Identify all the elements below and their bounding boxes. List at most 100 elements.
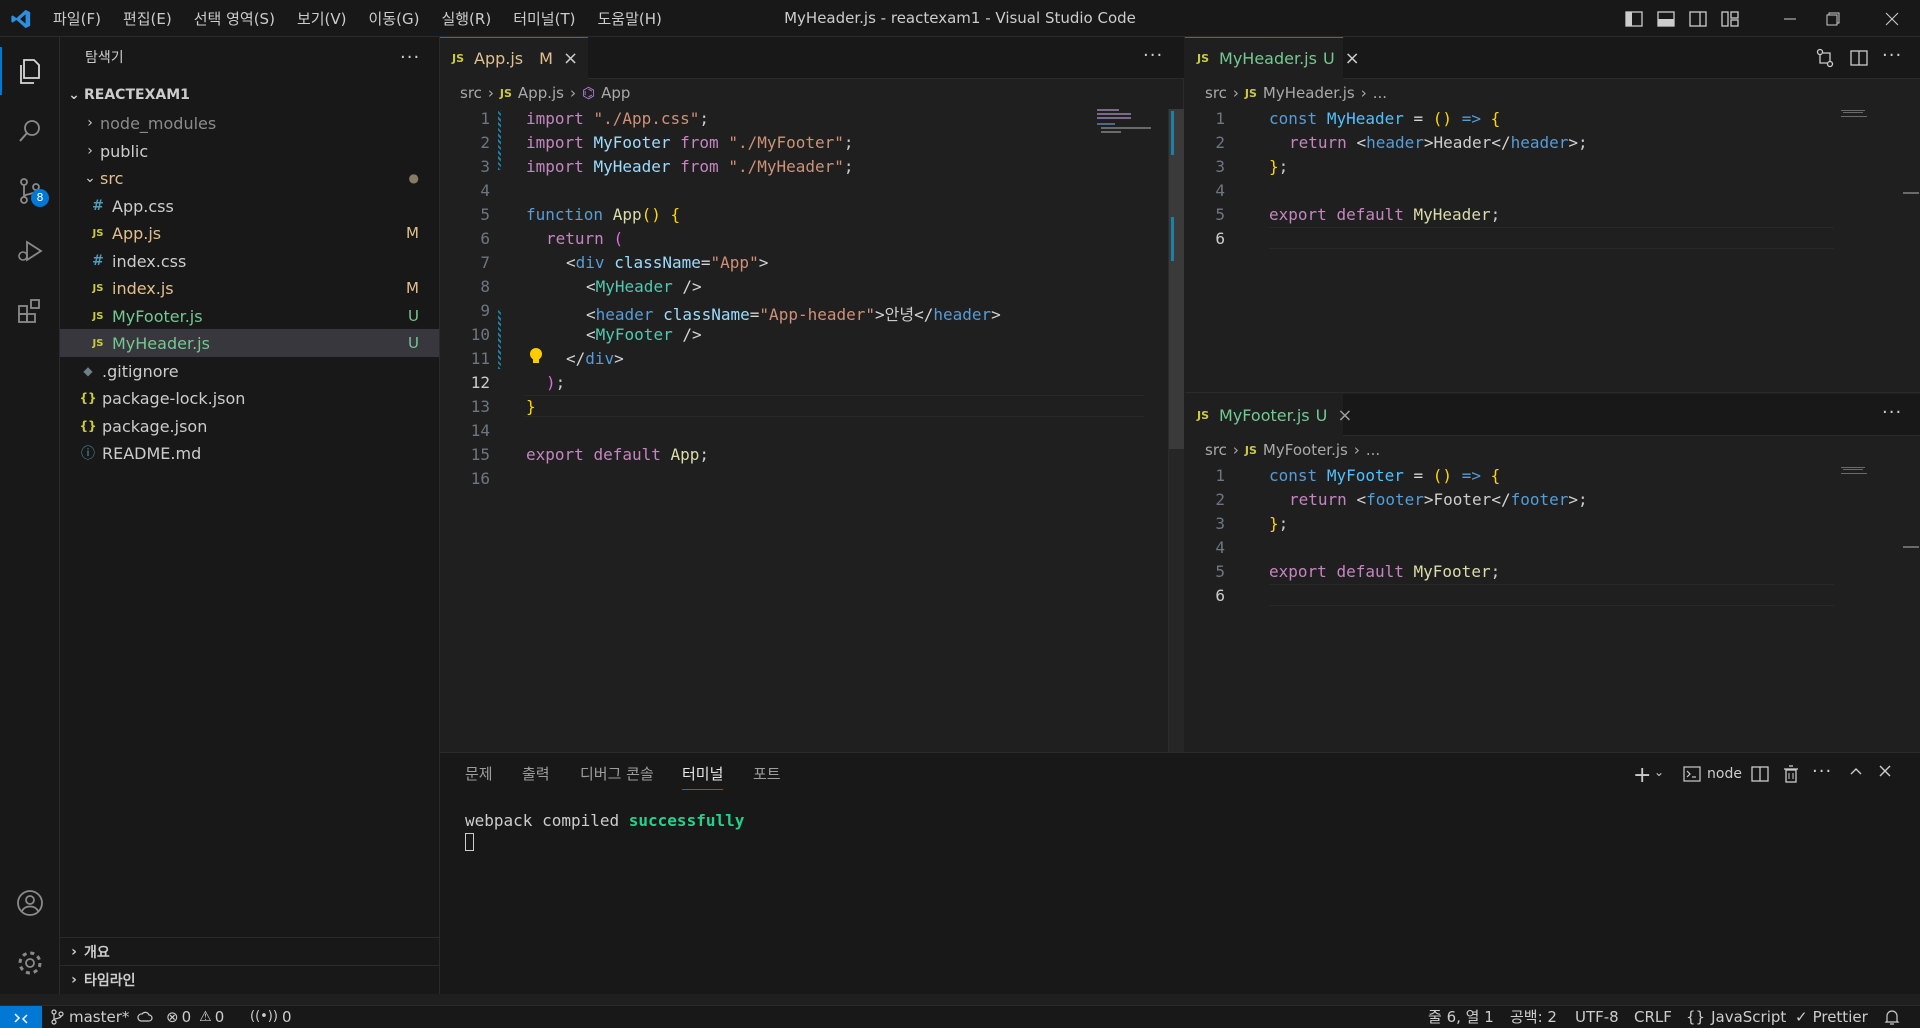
tree-item-node-modules[interactable]: › node_modules (60, 109, 439, 137)
terminal-icon (1683, 766, 1701, 782)
menu-view[interactable]: 보기(V) (286, 8, 358, 29)
menu-file[interactable]: 파일(F) (42, 8, 112, 29)
tree-item-src[interactable]: ⌄ src ● (60, 164, 439, 192)
tab-problems[interactable]: 문제 (465, 753, 493, 795)
tree-item-app-css[interactable]: # App.css (60, 192, 439, 220)
tab-terminal[interactable]: 터미널 (682, 757, 724, 790)
minimize-icon[interactable] (1780, 9, 1800, 29)
git-branch[interactable]: master* (50, 1006, 153, 1028)
toggle-primary-sidebar-icon[interactable] (1624, 9, 1644, 29)
language-mode[interactable]: {} JavaScript (1686, 1006, 1786, 1028)
split-editor-icon[interactable] (1849, 48, 1869, 68)
search-icon[interactable] (0, 101, 60, 161)
menu-go[interactable]: 이동(G) (358, 8, 431, 29)
menu-terminal[interactable]: 터미널(T) (502, 8, 586, 29)
current-line-highlight (1269, 584, 1834, 606)
menu-help[interactable]: 도움말(H) (586, 8, 672, 29)
tree-item-index-css[interactable]: # index.css (60, 247, 439, 275)
toggle-panel-icon[interactable] (1656, 9, 1676, 29)
notifications-bell-icon[interactable] (1884, 1006, 1900, 1028)
more-actions-icon[interactable]: ··· (1882, 402, 1902, 423)
minimap[interactable] (1841, 109, 1871, 119)
more-actions-icon[interactable]: ··· (400, 47, 420, 68)
tree-item-readme[interactable]: ⓘ README.md (60, 439, 439, 467)
maximize-panel-icon[interactable] (1848, 763, 1864, 779)
tree-item-myheader-js[interactable]: JS MyHeader.js U (60, 329, 439, 357)
activity-bar: 8 (0, 37, 60, 994)
more-actions-icon[interactable]: ··· (1812, 761, 1832, 782)
close-panel-icon[interactable] (1877, 763, 1893, 779)
toggle-secondary-sidebar-icon[interactable] (1688, 9, 1708, 29)
line-ending[interactable]: CRLF (1634, 1006, 1672, 1028)
run-debug-icon[interactable] (0, 221, 60, 281)
more-actions-icon[interactable]: ··· (1143, 45, 1163, 66)
chevron-right-icon: › (87, 115, 93, 131)
overview-ruler-marker (1903, 192, 1919, 194)
accounts-icon[interactable] (0, 873, 60, 933)
sidebar-title: 탐색기 (85, 50, 124, 66)
cursor-position[interactable]: 줄 6, 열 1 (1428, 1006, 1494, 1028)
new-terminal-icon[interactable]: + (1633, 763, 1651, 788)
tree-item-gitignore[interactable]: ◆ .gitignore (60, 357, 439, 385)
minimap[interactable] (1841, 466, 1871, 476)
tree-item-myfooter-js[interactable]: JS MyFooter.js U (60, 302, 439, 330)
vertical-scrollbar[interactable] (1168, 109, 1184, 752)
scm-badge: 8 (31, 189, 49, 207)
tab-app-js[interactable]: JS App.js M × (440, 37, 588, 79)
source-control-icon[interactable] (0, 161, 60, 221)
open-changes-icon[interactable] (1815, 48, 1835, 68)
encoding[interactable]: UTF-8 (1575, 1006, 1619, 1028)
tree-item-package-lock-json[interactable]: {} package-lock.json (60, 384, 439, 412)
restore-icon[interactable] (1823, 9, 1843, 29)
tree-item-app-js[interactable]: JS App.js M (60, 219, 439, 247)
close-window-icon[interactable] (1882, 9, 1902, 29)
customize-layout-icon[interactable] (1720, 9, 1740, 29)
more-actions-icon[interactable]: ··· (1882, 45, 1902, 66)
tree-item-index-js[interactable]: JS index.js M (60, 274, 439, 302)
tab-ports[interactable]: 포트 (753, 753, 781, 795)
menu-selection[interactable]: 선택 영역(S) (183, 8, 286, 29)
git-status-badge: U (408, 334, 419, 352)
close-tab-icon[interactable]: × (1345, 48, 1360, 69)
chevron-right-icon: › (71, 972, 77, 988)
problems-indicator[interactable]: ⊗ 0 ⚠ 0 (166, 1006, 224, 1028)
manage-gear-icon[interactable] (0, 933, 60, 993)
menu-run[interactable]: 실행(R) (430, 8, 502, 29)
tab-output[interactable]: 출력 (522, 753, 550, 795)
explorer-icon[interactable] (0, 41, 60, 101)
project-folder[interactable]: ⌄ REACTEXAM1 (60, 81, 439, 109)
terminal-output[interactable]: webpack compiled successfully (465, 811, 744, 830)
split-terminal-icon[interactable] (1751, 765, 1769, 783)
extensions-icon[interactable] (0, 281, 60, 341)
chevron-down-icon[interactable]: ⌄ (1654, 765, 1664, 779)
modified-dot: ● (408, 171, 419, 185)
prettier-status[interactable]: ✓ Prettier (1795, 1006, 1868, 1028)
outline-section[interactable]: › 개요 (60, 938, 439, 966)
git-modified-marker (498, 110, 501, 170)
tab-myfooter-js[interactable]: JS MyFooter.js U × (1185, 394, 1352, 436)
minimap[interactable] (1097, 107, 1157, 147)
tree-item-package-json[interactable]: {} package.json (60, 412, 439, 440)
sync-icon[interactable] (137, 1010, 153, 1024)
close-tab-icon[interactable]: × (563, 48, 578, 69)
js-file-icon: JS (92, 310, 104, 322)
close-tab-icon[interactable]: × (1337, 405, 1352, 426)
tab-myheader-js[interactable]: JS MyHeader.js U × (1185, 37, 1360, 79)
tab-debug-console[interactable]: 디버그 콘솔 (580, 753, 654, 795)
timeline-section[interactable]: › 타임라인 (60, 966, 439, 994)
check-double-icon: ✓ (1795, 1008, 1808, 1026)
warning-icon: ⚠ (199, 1009, 212, 1025)
remote-indicator[interactable] (0, 1006, 42, 1028)
terminal-profile[interactable]: node (1683, 766, 1742, 782)
trash-icon[interactable] (1782, 765, 1800, 783)
js-file-icon: JS (1197, 409, 1210, 422)
component-icon: ⌬ (581, 84, 596, 102)
tree-item-public[interactable]: › public (60, 137, 439, 165)
indentation[interactable]: 공백: 2 (1510, 1006, 1557, 1028)
chevron-right-icon: › (71, 944, 77, 960)
lightbulb-icon[interactable] (528, 347, 544, 365)
menu-edit[interactable]: 편집(E) (112, 8, 183, 29)
tab-bar: JS MyFooter.js U × ··· (1185, 394, 1920, 436)
project-name: REACTEXAM1 (84, 87, 190, 103)
ports-indicator[interactable]: ((•)) 0 (250, 1006, 292, 1028)
